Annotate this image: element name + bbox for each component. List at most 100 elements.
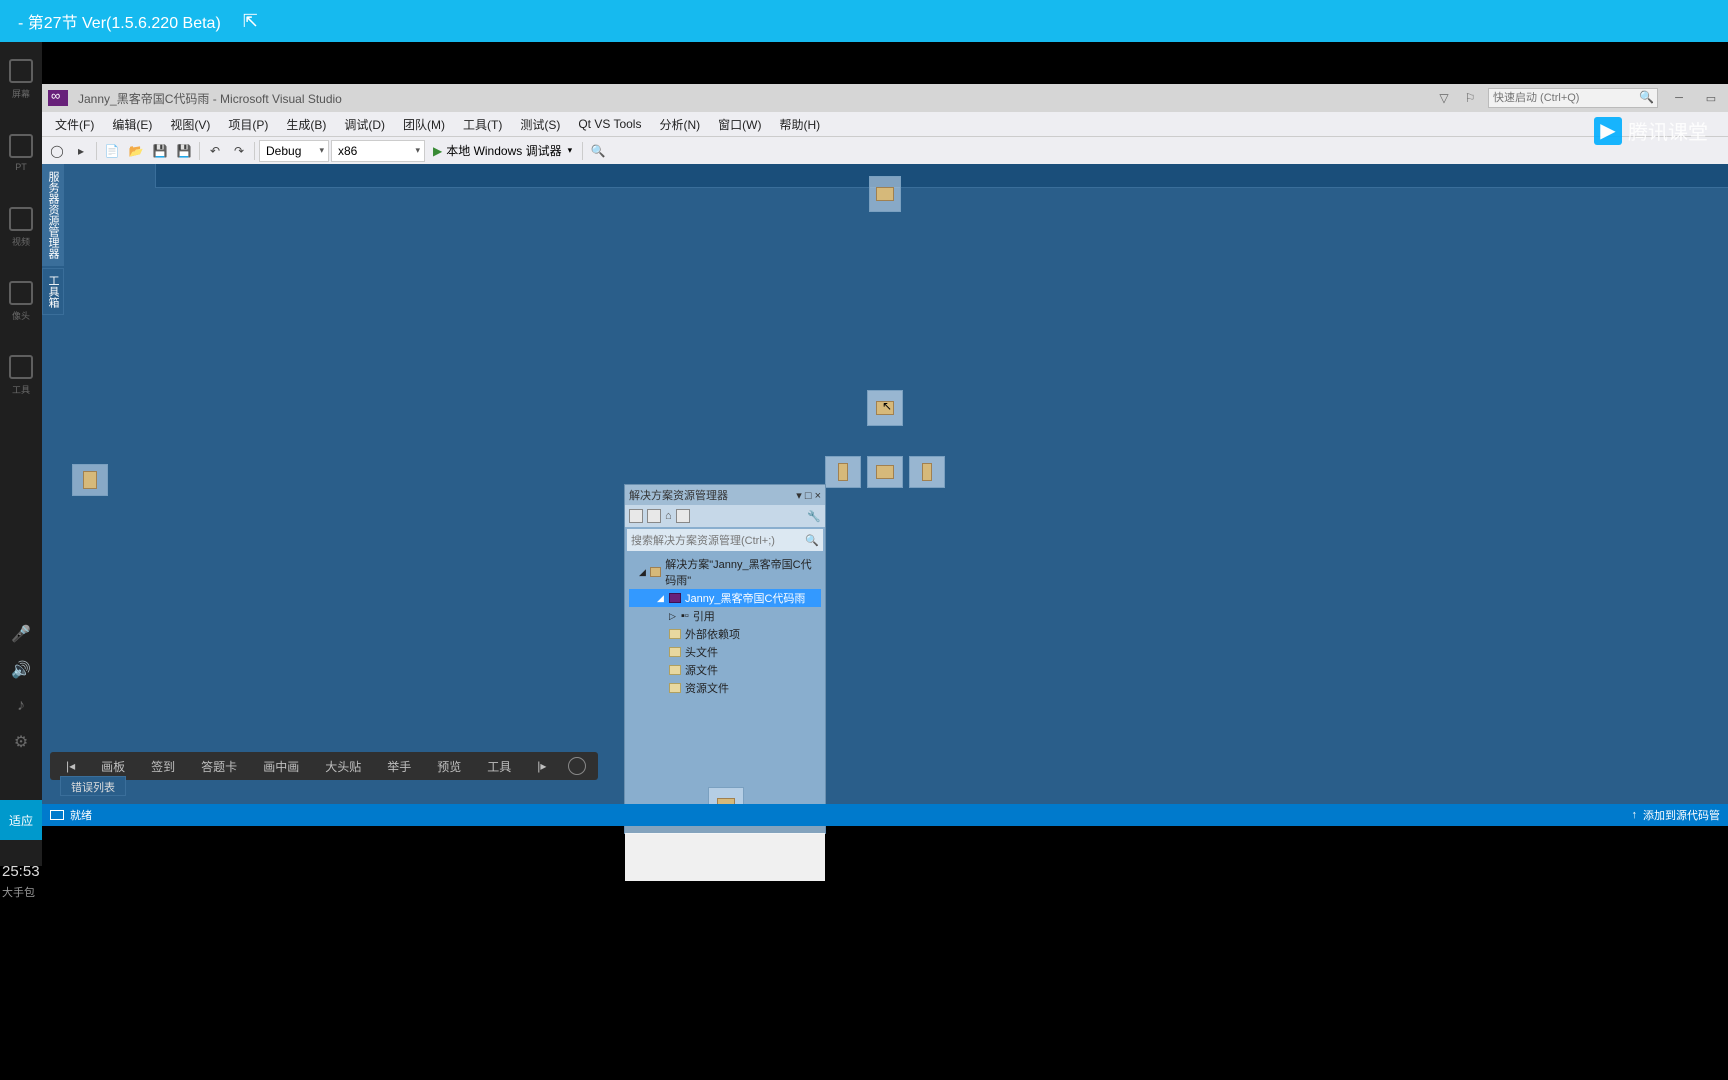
solution-explorer-toolbar: ⌂ 🔧 [625, 505, 825, 527]
wb-prev-icon[interactable]: |◂ [62, 757, 79, 775]
start-debug-button[interactable]: ▶ 本地 Windows 调试器 ▾ [427, 142, 578, 159]
tencent-classroom-logo: ▶ 腾讯课堂 [1594, 116, 1708, 145]
menu-qt[interactable]: Qt VS Tools [569, 114, 650, 134]
refresh-icon[interactable] [676, 509, 690, 523]
tree-sources[interactable]: 源文件 [629, 661, 821, 679]
menu-analyze[interactable]: 分析(N) [650, 113, 709, 136]
search-icon[interactable]: 🔍 [805, 534, 819, 547]
speaker-icon[interactable]: 🔊 [0, 652, 42, 688]
vs-menubar: 文件(F) 编辑(E) 视图(V) 项目(P) 生成(B) 调试(D) 团队(M… [42, 112, 1728, 136]
menu-test[interactable]: 测试(S) [511, 113, 569, 136]
wb-next-icon[interactable]: |▸ [533, 757, 550, 775]
error-list-tab[interactable]: 错误列表 [60, 776, 126, 796]
redo-button[interactable]: ↷ [228, 140, 250, 162]
settings-icon[interactable]: ⚙ [0, 724, 42, 760]
platform-dropdown[interactable]: x86 [331, 140, 425, 162]
mic-mute-icon[interactable]: 🎤 [0, 616, 42, 652]
tree-references[interactable]: ▷▪▫引用 [629, 607, 821, 625]
fit-button[interactable]: 适应 [0, 800, 42, 840]
minimize-button[interactable]: ─ [1668, 89, 1690, 107]
wb-tools[interactable]: 工具 [483, 756, 515, 777]
wb-checkin[interactable]: 签到 [147, 756, 179, 777]
dock-hint-cross-right[interactable] [909, 456, 945, 488]
project-node[interactable]: ◢Janny_黑客帝国C代码雨 [629, 589, 821, 607]
sidebar-item-tools[interactable]: 工具 [0, 338, 42, 412]
menu-window[interactable]: 窗口(W) [709, 113, 770, 136]
share-icon[interactable]: ⇱ [243, 11, 258, 32]
dock-hint-top[interactable] [869, 176, 901, 212]
panel-bottom-blank [625, 833, 825, 881]
quick-launch-input[interactable] [1488, 88, 1658, 108]
vs-statusbar: 就绪 ↑ 添加到源代码管 [42, 804, 1728, 826]
sidebar-item-camera[interactable]: 像头 [0, 264, 42, 338]
dock-hint-top-inner[interactable]: ↖ [867, 390, 903, 426]
solution-root[interactable]: ◢解决方案"Janny_黑客帝国C代码雨" [629, 555, 821, 589]
find-button[interactable]: 🔍 [587, 140, 609, 162]
menu-project[interactable]: 项目(P) [219, 113, 277, 136]
solution-tree: ◢解决方案"Janny_黑客帝国C代码雨" ◢Janny_黑客帝国C代码雨 ▷▪… [625, 553, 825, 699]
whiteboard-toolbar: |◂ 画板 签到 答题卡 画中画 大头贴 举手 预览 工具 |▸ [50, 752, 598, 780]
solution-search-input[interactable]: 搜索解决方案资源管理(Ctrl+;) 🔍 [627, 529, 823, 551]
save-all-button[interactable]: 💾 [173, 140, 195, 162]
maximize-button[interactable]: ▭ [1700, 89, 1722, 107]
close-icon[interactable]: ▾ □ × [796, 489, 821, 502]
dock-hint-cross-left[interactable] [825, 456, 861, 488]
player-title: - 第27节 Ver(1.5.6.220 Beta) [18, 9, 221, 33]
menu-tools[interactable]: 工具(T) [454, 113, 511, 136]
wb-preview[interactable]: 预览 [433, 756, 465, 777]
vs-title: Janny_黑客帝国C代码雨 - Microsoft Visual Studio [78, 90, 342, 107]
status-ready: 就绪 [70, 807, 92, 823]
menu-build[interactable]: 生成(B) [277, 113, 335, 136]
cursor-icon: ↖ [882, 399, 892, 413]
menu-edit[interactable]: 编辑(E) [103, 113, 161, 136]
sidebar-item-ppt[interactable]: PT [0, 116, 42, 190]
power-icon[interactable] [568, 757, 586, 775]
dock-hint-cross-center[interactable] [867, 456, 903, 488]
undo-button[interactable]: ↶ [204, 140, 226, 162]
solution-explorer-floating[interactable]: 解决方案资源管理器 ▾ □ × ⌂ 🔧 搜索解决方案资源管理(Ctrl+;) 🔍… [624, 484, 826, 834]
vs-logo-icon [48, 90, 68, 106]
config-dropdown[interactable]: Debug [259, 140, 329, 162]
menu-file[interactable]: 文件(F) [46, 113, 103, 136]
filter-icon[interactable]: ▽ [1436, 91, 1452, 105]
vs-workspace: 服务器资源管理器 工具箱 ↖ 解决方案资源管理器 ▾ □ × [42, 164, 1728, 796]
wb-board[interactable]: 画板 [97, 756, 129, 777]
menu-team[interactable]: 团队(M) [394, 113, 454, 136]
dock-hint-left[interactable] [72, 464, 108, 496]
nav-back-button[interactable]: ◯ [46, 140, 68, 162]
properties-icon[interactable]: 🔧 [807, 510, 821, 523]
save-button[interactable]: 💾 [149, 140, 171, 162]
menu-view[interactable]: 视图(V) [161, 113, 219, 136]
left-tab-server-explorer[interactable]: 服务器资源管理器 [42, 164, 64, 266]
blank-tab[interactable] [66, 164, 156, 188]
new-project-button[interactable]: 📄 [101, 140, 123, 162]
tree-resources[interactable]: 资源文件 [629, 679, 821, 697]
wb-pip[interactable]: 画中画 [259, 756, 303, 777]
menu-help[interactable]: 帮助(H) [770, 113, 829, 136]
home-icon-2[interactable]: ⌂ [665, 510, 672, 522]
wb-raisehand[interactable]: 举手 [383, 756, 415, 777]
music-icon[interactable]: ♪ [0, 688, 42, 724]
flag-icon[interactable]: ⚐ [1462, 91, 1478, 105]
visual-studio-window: Janny_黑客帝国C代码雨 - Microsoft Visual Studio… [42, 84, 1728, 826]
menu-debug[interactable]: 调试(D) [335, 113, 394, 136]
sidebar-item-video[interactable]: 视频 [0, 190, 42, 264]
home-icon[interactable] [629, 509, 643, 523]
play-icon: ▶ [433, 144, 442, 158]
sync-icon[interactable] [647, 509, 661, 523]
solution-explorer-header[interactable]: 解决方案资源管理器 ▾ □ × [625, 485, 825, 505]
status-source-control[interactable]: 添加到源代码管 [1643, 807, 1720, 823]
tree-external-deps[interactable]: 外部依赖项 [629, 625, 821, 643]
wb-quiz[interactable]: 答题卡 [197, 756, 241, 777]
player-titlebar: - 第27节 Ver(1.5.6.220 Beta) ⇱ [0, 0, 1728, 42]
left-tab-toolbox[interactable]: 工具箱 [42, 268, 64, 315]
open-button[interactable]: 📂 [125, 140, 147, 162]
sub-label: 大手包 [2, 884, 35, 900]
tree-headers[interactable]: 头文件 [629, 643, 821, 661]
tencent-play-icon: ▶ [1594, 117, 1622, 145]
nav-fwd-button[interactable]: ▸ [70, 140, 92, 162]
sidebar-item-screen[interactable]: 屏幕 [0, 42, 42, 116]
search-icon[interactable]: 🔍 [1639, 90, 1654, 104]
arrow-up-icon: ↑ [1632, 809, 1638, 821]
wb-avatar[interactable]: 大头贴 [321, 756, 365, 777]
